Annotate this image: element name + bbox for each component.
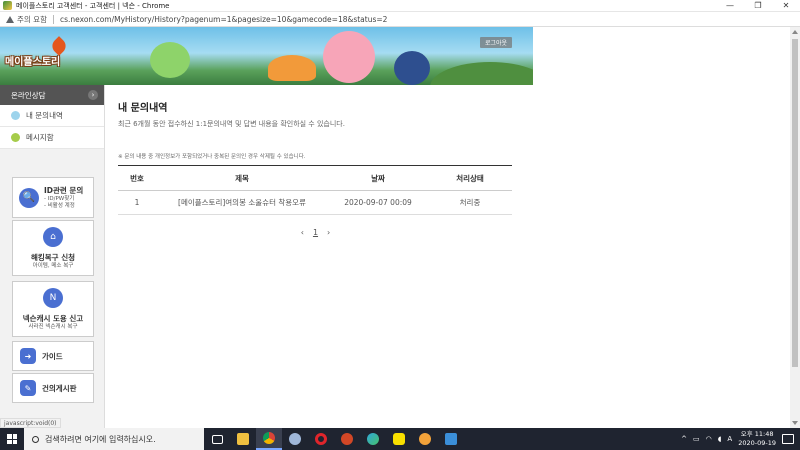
clock-date: 2020-09-19 [738,439,776,447]
ime-indicator[interactable]: A [727,435,732,443]
chevron-right-icon: › [88,90,98,100]
maple-game-icon[interactable] [412,428,438,450]
pagination: ‹ 1 › [118,228,513,237]
banner-pink-character [323,31,375,83]
system-tray: ^ ▭ ◠ ◖ A 오후 11:48 2020-09-19 [681,430,800,448]
nexon-cash-title: 넥슨캐시 도용 신고 [22,313,84,323]
page-scrollbar[interactable] [790,27,800,428]
security-warning-label: 주의 요함 [17,14,47,24]
nexon-cash-icon: N [43,287,63,308]
banner-hill [430,62,533,85]
id-inquiry-sub1: - ID/PW찾기 [44,196,75,202]
status-link-preview: javascript:void(0) [0,418,61,428]
nexon-cash-sub: 사라진 넥슨캐시 복구 [28,323,78,330]
table-header-row: 번호 제목 날짜 처리상태 [118,165,512,191]
sidebar-item-messages[interactable]: 메시지함 [0,127,104,149]
taskbar-search-placeholder: 검색하려면 여기에 입력하십시오. [45,434,156,444]
file-explorer-icon[interactable] [230,428,256,450]
app-gear-icon[interactable] [282,428,308,450]
column-header-status: 처리상태 [456,173,484,183]
wifi-icon[interactable]: ◠ [706,435,712,443]
id-inquiry-card[interactable]: 🔍 ID관련 문의 - ID/PW찾기 - 비활성 계정 [12,177,94,218]
close-button[interactable]: ✕ [772,0,800,12]
address-separator [52,14,54,24]
hack-recovery-card[interactable]: ⌂ 해킹복구 신청 아이템, 메소 복구 [12,220,94,276]
opera-icon[interactable] [308,428,334,450]
id-inquiry-sub2: - 비활성 계정 [44,203,75,209]
table-row[interactable]: 1 [메이플스토리]여의봉 소울슈터 착용오류 2020-09-07 00:09… [118,190,512,215]
sidebar-item-my-inquiries[interactable]: 내 문의내역 [0,105,104,127]
edge-icon[interactable] [360,428,386,450]
sidebar-header[interactable]: 온라인상담 › [0,85,104,105]
windows-taskbar: 검색하려면 여기에 입력하십시오. ^ ▭ ◠ ◖ A 오후 11:48 202… [0,428,800,450]
row-subject-link[interactable]: [메이플스토리]여의봉 소울슈터 착용오류 [156,190,328,215]
warning-icon [6,15,14,23]
notification-icon[interactable] [782,434,794,444]
main-content: 내 문의내역 최근 6개월 동안 접수하신 1:1문의내역 및 답변 내용을 확… [118,99,513,237]
photos-icon[interactable] [438,428,464,450]
sidebar-item-label: 메시지함 [26,133,54,142]
windows-logo-icon [7,434,17,444]
column-header-date: 날짜 [371,173,385,183]
search-icon [32,435,39,443]
page-title: 내 문의내역 [118,103,168,114]
pencil-icon: ✎ [20,380,36,396]
task-view-icon[interactable] [204,428,230,450]
clock[interactable]: 오후 11:48 2020-09-19 [738,430,776,448]
maplestory-banner: 메이플스토리 로그아웃 [0,27,533,85]
lock-icon: ⌂ [43,226,63,247]
inquiry-table: 번호 제목 날짜 처리상태 1 [메이플스토리]여의봉 소울슈터 착용오류 20… [118,165,512,215]
security-warning[interactable]: 주의 요함 [6,14,47,25]
maplestory-logo[interactable]: 메이플스토리 [5,53,60,68]
prev-page-button[interactable]: ‹ [301,228,304,237]
row-date: 2020-09-07 00:09 [328,190,428,215]
scroll-down-arrow-icon[interactable] [792,421,798,425]
page-description: 최근 6개월 동안 접수하신 1:1문의내역 및 답변 내용을 확인하실 수 있… [118,120,345,128]
suggestion-board-card[interactable]: ✎ 건의게시판 [12,373,94,403]
powerpoint-icon[interactable] [334,428,360,450]
hack-recovery-sub: 아이템, 메소 복구 [32,262,74,269]
hack-recovery-title: 해킹복구 신청 [30,252,75,262]
privacy-note: ※ 문의 내용 중 개인정보가 포함되었거나 중복된 문의인 경우 삭제될 수 … [118,154,306,160]
window-titlebar: 메이플스토리 고객센터 - 고객센터 | 넥슨 - Chrome — ❐ ✕ [0,0,800,12]
search-icon: 🔍 [19,187,39,208]
row-number: 1 [118,190,156,215]
id-inquiry-title: ID관련 문의 [44,186,84,195]
window-title: 메이플스토리 고객센터 - 고객센터 | 넥슨 - Chrome [16,1,170,10]
kakaotalk-icon[interactable] [386,428,412,450]
inquiry-icon [11,111,20,120]
address-bar[interactable]: 주의 요함 cs.nexon.com/MyHistory/History?pag… [0,12,800,27]
column-header-subject: 제목 [235,173,249,183]
chevron-up-icon[interactable]: ^ [681,435,687,443]
clock-time: 오후 11:48 [740,430,774,438]
banner-penguin-character [394,51,430,85]
chrome-icon[interactable] [256,428,282,450]
guide-card[interactable]: ➜ 가이드 [12,341,94,371]
guide-title: 가이드 [42,351,63,361]
nexon-cash-report-card[interactable]: N 넥슨캐시 도용 신고 사라진 넥슨캐시 복구 [12,281,94,337]
minimize-button[interactable]: — [716,0,744,12]
page-link-current[interactable]: 1 [313,228,318,237]
scrollbar-thumb[interactable] [792,39,798,367]
suggestion-board-title: 건의게시판 [42,383,77,393]
sidebar: 온라인상담 › 내 문의내역 메시지함 🔍 ID관련 문의 - ID/PW찾기 … [0,85,105,428]
scroll-up-arrow-icon[interactable] [792,30,798,34]
column-header-number: 번호 [130,173,144,183]
banner-slime-character [150,42,190,78]
maplestory-favicon-icon [3,1,12,10]
sidebar-header-label: 온라인상담 [11,90,46,100]
network-icon[interactable]: ▭ [693,435,700,443]
banner-mushroom-character [268,55,316,81]
row-status: 처리중 [428,190,512,215]
taskbar-search[interactable]: 검색하려면 여기에 입력하십시오. [24,428,204,450]
message-icon [11,133,20,142]
guide-icon: ➜ [20,348,36,364]
volume-icon[interactable]: ◖ [718,435,722,443]
restore-button[interactable]: ❐ [744,0,772,12]
start-button[interactable] [0,428,24,450]
logout-button[interactable]: 로그아웃 [480,37,512,48]
address-url[interactable]: cs.nexon.com/MyHistory/History?pagenum=1… [60,15,387,24]
next-page-button[interactable]: › [327,228,330,237]
sidebar-item-label: 내 문의내역 [26,111,63,120]
